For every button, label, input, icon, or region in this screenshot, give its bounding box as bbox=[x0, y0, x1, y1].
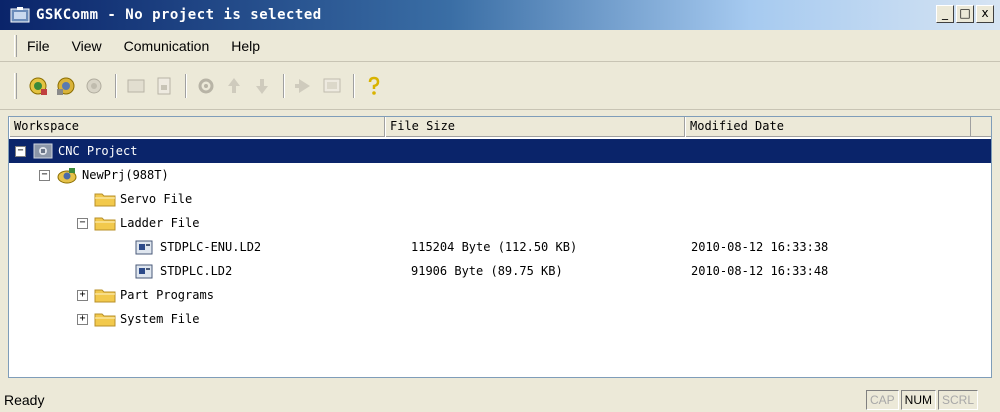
tree-node: + Part Programs bbox=[77, 283, 214, 307]
new-file-button[interactable] bbox=[151, 73, 177, 99]
tree-row[interactable]: STDPLC.LD2 91906 Byte (89.75 KB) 2010-08-1… bbox=[9, 259, 991, 283]
monitor-button[interactable] bbox=[319, 73, 345, 99]
link-icon bbox=[86, 78, 102, 93]
scroll-lock-indicator: SCRL bbox=[937, 390, 978, 410]
folder-icon bbox=[94, 285, 116, 305]
help-icon bbox=[368, 76, 380, 95]
ladder-file-icon bbox=[134, 261, 156, 281]
tree-node: STDPLC.LD2 bbox=[117, 259, 232, 283]
tree-node-label: NewPrj(988T) bbox=[82, 168, 169, 182]
status-bar: Ready CAP NUM SCRL bbox=[0, 388, 1000, 412]
minimize-button[interactable]: _ bbox=[936, 5, 954, 23]
download-icon bbox=[256, 78, 268, 94]
column-header-modified-date[interactable]: Modified Date bbox=[685, 117, 971, 137]
tree-node: + System File bbox=[77, 307, 199, 331]
collapse-toggle[interactable]: − bbox=[77, 217, 88, 229]
status-text: Ready bbox=[4, 392, 45, 408]
expand-toggle[interactable]: + bbox=[77, 289, 88, 301]
tree-row[interactable]: − NewPrj(988T) bbox=[9, 163, 991, 187]
column-header-workspace[interactable]: Workspace bbox=[9, 117, 385, 137]
upload-icon bbox=[228, 77, 240, 93]
menubar-grip[interactable] bbox=[14, 34, 17, 57]
connect-button[interactable] bbox=[25, 73, 51, 99]
settings-icon bbox=[198, 78, 214, 93]
open-icon bbox=[127, 79, 145, 92]
disconnect-icon bbox=[57, 77, 75, 95]
tree-row[interactable]: Servo File bbox=[9, 187, 991, 211]
download-button[interactable] bbox=[249, 73, 275, 99]
tree-node: − CNC Project bbox=[15, 139, 137, 163]
file-size-cell: 91906 Byte (89.75 KB) bbox=[411, 264, 563, 278]
tree-node-label: Part Programs bbox=[120, 288, 214, 302]
title-bar[interactable]: GSKComm - No project is selected _ □ x bbox=[0, 0, 1000, 30]
project-icon bbox=[56, 165, 78, 185]
cnc-project-icon bbox=[32, 141, 54, 161]
menu-help[interactable]: Help bbox=[231, 38, 260, 54]
tree-row[interactable]: + System File bbox=[9, 307, 991, 331]
tree-node: STDPLC-ENU.LD2 bbox=[117, 235, 261, 259]
caps-lock-indicator: CAP bbox=[865, 390, 899, 410]
connect-icon bbox=[29, 77, 47, 95]
new-file-icon bbox=[157, 77, 171, 94]
tree-node-label: STDPLC-ENU.LD2 bbox=[160, 240, 262, 254]
tree-node-label: Ladder File bbox=[120, 216, 200, 230]
menu-bar: File View Comunication Help bbox=[0, 30, 1000, 62]
tree-node: Servo File bbox=[77, 187, 192, 211]
file-size-cell: 115204 Byte (112.50 KB) bbox=[411, 240, 578, 254]
toolbar-separator bbox=[185, 73, 187, 98]
workspace-list[interactable]: Workspace File Size Modified Date − CNC P… bbox=[8, 116, 992, 378]
app-icon[interactable] bbox=[10, 6, 30, 24]
settings-button[interactable] bbox=[193, 73, 219, 99]
window-title: GSKComm - No project is selected bbox=[36, 7, 322, 23]
tree-node-label: System File bbox=[120, 312, 200, 326]
tree-row[interactable]: STDPLC-ENU.LD2 115204 Byte (112.50 KB) 201… bbox=[9, 235, 991, 259]
close-button[interactable]: x bbox=[976, 5, 994, 23]
tree-node: − NewPrj(988T) bbox=[39, 163, 169, 187]
column-header-file-size[interactable]: File Size bbox=[385, 117, 685, 137]
folder-icon bbox=[94, 213, 116, 233]
tree-node-label: Servo File bbox=[120, 192, 193, 206]
tree-row[interactable]: − CNC Project bbox=[9, 139, 991, 163]
toolbar-separator bbox=[115, 73, 117, 98]
menu-communication[interactable]: Comunication bbox=[124, 38, 210, 54]
maximize-button[interactable]: □ bbox=[956, 5, 974, 23]
run-button[interactable] bbox=[291, 73, 317, 99]
toolbar-separator bbox=[283, 73, 285, 98]
tree-row[interactable]: + Part Programs bbox=[9, 283, 991, 307]
header-filler bbox=[971, 117, 991, 136]
monitor-icon bbox=[323, 78, 341, 92]
collapse-toggle[interactable]: − bbox=[15, 145, 26, 157]
list-header: Workspace File Size Modified Date bbox=[9, 117, 991, 137]
folder-icon bbox=[94, 309, 116, 329]
upload-button[interactable] bbox=[221, 73, 247, 99]
run-icon bbox=[295, 78, 310, 93]
help-button[interactable] bbox=[361, 73, 387, 99]
modified-date-cell: 2010-08-12 16:33:38 bbox=[691, 240, 829, 254]
collapse-toggle[interactable]: − bbox=[39, 169, 50, 181]
toolbar-separator bbox=[353, 73, 355, 98]
num-lock-indicator: NUM bbox=[900, 390, 936, 410]
tree-node: − Ladder File bbox=[77, 211, 199, 235]
toolbar bbox=[0, 62, 1000, 110]
expand-toggle[interactable]: + bbox=[77, 313, 88, 325]
tree-node-label: CNC Project bbox=[58, 144, 138, 158]
folder-icon bbox=[94, 189, 116, 209]
open-button[interactable] bbox=[123, 73, 149, 99]
link-button[interactable] bbox=[81, 73, 107, 99]
menu-file[interactable]: File bbox=[27, 38, 50, 54]
tree-node-label: STDPLC.LD2 bbox=[160, 264, 233, 278]
tree-row[interactable]: − Ladder File bbox=[9, 211, 991, 235]
menu-view[interactable]: View bbox=[72, 38, 102, 54]
modified-date-cell: 2010-08-12 16:33:48 bbox=[691, 264, 829, 278]
disconnect-button[interactable] bbox=[53, 73, 79, 99]
ladder-file-icon bbox=[134, 237, 156, 257]
toolbar-grip[interactable] bbox=[14, 72, 17, 99]
